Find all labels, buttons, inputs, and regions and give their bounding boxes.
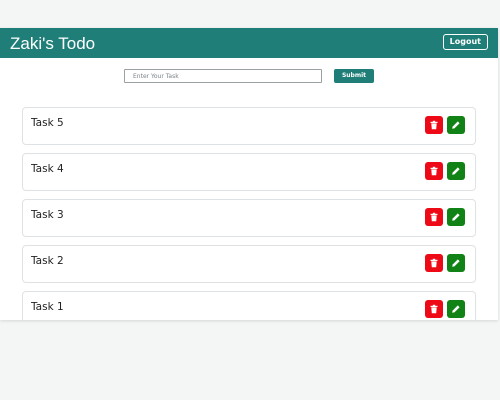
task-label: Task 3 bbox=[31, 209, 64, 221]
task-item: Task 1 bbox=[22, 291, 476, 320]
app-card: Zaki's Todo Logout Submit Task 5 Task 4 bbox=[0, 28, 498, 320]
task-input[interactable] bbox=[124, 69, 322, 83]
pencil-icon bbox=[452, 305, 460, 313]
pencil-icon bbox=[452, 213, 460, 221]
trash-icon bbox=[430, 166, 438, 176]
edit-button[interactable] bbox=[447, 116, 465, 134]
task-item: Task 5 bbox=[22, 107, 476, 145]
task-label: Task 1 bbox=[31, 301, 64, 313]
delete-button[interactable] bbox=[425, 208, 443, 226]
task-label: Task 2 bbox=[31, 255, 64, 267]
task-item: Task 4 bbox=[22, 153, 476, 191]
task-item: Task 2 bbox=[22, 245, 476, 283]
delete-button[interactable] bbox=[425, 300, 443, 318]
edit-button[interactable] bbox=[447, 162, 465, 180]
app-title: Zaki's Todo bbox=[10, 34, 96, 53]
pencil-icon bbox=[452, 259, 460, 267]
trash-icon bbox=[430, 212, 438, 222]
delete-button[interactable] bbox=[425, 116, 443, 134]
edit-button[interactable] bbox=[447, 300, 465, 318]
delete-button[interactable] bbox=[425, 162, 443, 180]
pencil-icon bbox=[452, 121, 460, 129]
logout-button[interactable]: Logout bbox=[442, 34, 488, 50]
navbar: Zaki's Todo Logout bbox=[0, 28, 498, 58]
trash-icon bbox=[430, 258, 438, 268]
task-label: Task 5 bbox=[31, 117, 64, 129]
task-label: Task 4 bbox=[31, 163, 64, 175]
edit-button[interactable] bbox=[447, 208, 465, 226]
trash-icon bbox=[430, 304, 438, 314]
submit-button[interactable]: Submit bbox=[334, 69, 374, 83]
pencil-icon bbox=[452, 167, 460, 175]
trash-icon bbox=[430, 120, 438, 130]
task-list: Task 5 Task 4 Task 3 Task 2 Task 1 bbox=[22, 107, 476, 320]
task-item: Task 3 bbox=[22, 199, 476, 237]
delete-button[interactable] bbox=[425, 254, 443, 272]
edit-button[interactable] bbox=[447, 254, 465, 272]
